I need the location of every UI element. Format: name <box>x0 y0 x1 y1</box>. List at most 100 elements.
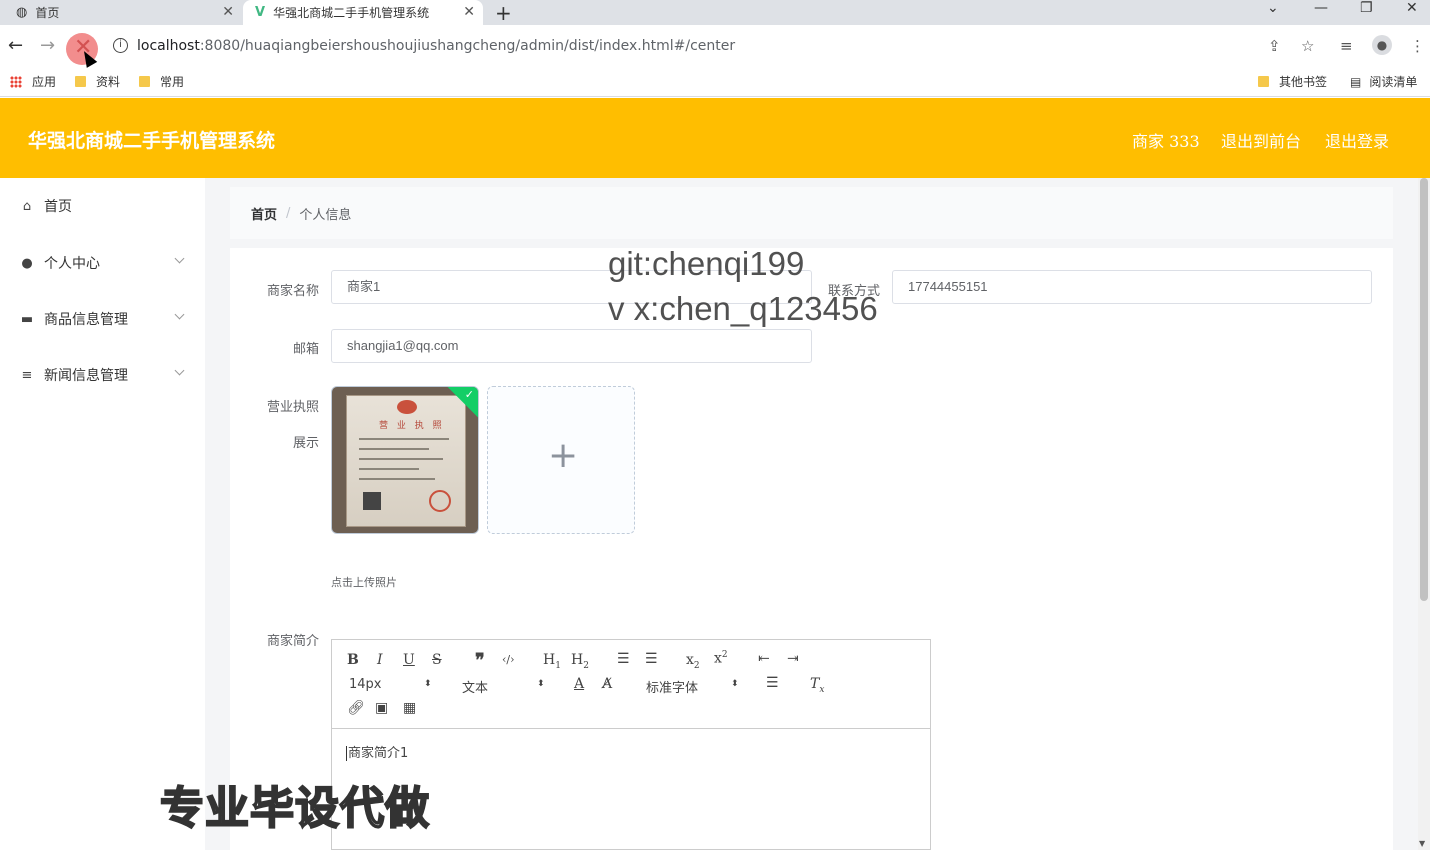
outdent-button[interactable]: ⇤ <box>758 651 770 667</box>
bookmark-folder-materials[interactable]: 资料 <box>75 73 120 90</box>
strike-button[interactable]: S <box>432 652 442 668</box>
chevron-down-icon <box>174 365 185 376</box>
site-info-icon[interactable]: i <box>113 38 128 53</box>
bookmark-label: 阅读清单 <box>1369 75 1418 89</box>
text-line <box>359 478 435 480</box>
scroll-down-arrow-icon[interactable]: ▼ <box>1419 839 1425 848</box>
tab-label: 首页 <box>35 6 60 20</box>
sidebar-item-label: 新闻信息管理 <box>44 368 128 384</box>
email-field[interactable]: shangjia1@qq.com <box>331 329 812 363</box>
profile-avatar[interactable]: ● <box>1372 35 1392 55</box>
image-button[interactable]: ▣ <box>375 700 388 716</box>
browser-tab-home[interactable]: ◍ 首页 ✕ <box>0 0 242 25</box>
editor-content[interactable]: 商家简介1 <box>346 742 408 761</box>
h1-button[interactable]: H1 <box>543 652 561 671</box>
plus-icon: + <box>548 435 579 476</box>
clear-format-button[interactable]: Tx <box>810 676 824 695</box>
app-header: 华强北商城二手手机管理系统 商家 333 退出到前台 退出登录 <box>0 98 1430 178</box>
sidebar: ⌂ 首页 ● 个人中心 ▬ 商品信息管理 ≡ 新闻信息管理 <box>0 178 205 850</box>
font-family-select[interactable]: 标准字体 ⬍ <box>646 677 741 696</box>
watermark-text: v x:chen_q123456 <box>608 290 878 327</box>
header-select[interactable]: 文本 ⬍ <box>462 677 547 696</box>
share-icon[interactable]: ⇪ <box>1268 37 1281 55</box>
folder-icon <box>1258 76 1269 87</box>
media-queue-icon[interactable]: ≡ <box>1340 37 1353 55</box>
menu-icon: ≡ <box>21 367 33 383</box>
reading-list[interactable]: ▤ 阅读清单 <box>1350 73 1417 90</box>
bullet-list-button[interactable]: ☰ <box>645 651 658 667</box>
font-size-select[interactable]: 14px ⬍ <box>349 677 434 692</box>
chevron-down-icon <box>174 309 185 320</box>
intro-text: 商家简介1 <box>348 746 409 761</box>
header-select-value: 文本 <box>462 681 489 696</box>
license-image-thumbnail[interactable]: 营 业 执 照 ✓ <box>331 386 479 534</box>
bookmark-label: 常用 <box>160 75 185 89</box>
bookmark-label: 资料 <box>96 75 121 89</box>
bookmark-apps[interactable]: 应用 <box>10 73 56 90</box>
link-button[interactable]: 🔗︎ <box>347 700 365 716</box>
editor-toolbar: B I U S ❞ ‹/› H1 H2 ☰ ☰ x2 x2 ⇤ ⇥ 14px ⬍… <box>332 640 930 729</box>
upload-tip: 点击上传照片 <box>331 576 397 589</box>
select-arrows-icon: ⬍ <box>424 679 432 689</box>
apps-grid-icon <box>10 75 22 88</box>
text-line <box>359 448 429 450</box>
sidebar-item-product-management[interactable]: ▬ 商品信息管理 <box>0 304 205 334</box>
h2-button[interactable]: H2 <box>571 652 589 671</box>
license-label: 营业执照 <box>266 400 319 415</box>
breadcrumb-home[interactable]: 首页 <box>251 204 277 223</box>
upload-add-button[interactable]: + <box>487 386 635 534</box>
email-label: 邮箱 <box>292 342 319 357</box>
font-color-button[interactable]: A <box>574 676 584 692</box>
more-menu-icon[interactable]: ⋮ <box>1410 37 1425 55</box>
new-tab-button[interactable]: + <box>495 1 512 25</box>
close-tab-icon[interactable]: ✕ <box>463 4 475 20</box>
watermark-text: 专业毕设代做 <box>159 782 430 835</box>
bold-button[interactable]: B <box>347 652 359 668</box>
bookmark-folder-other[interactable]: 其他书签 <box>1258 73 1327 90</box>
close-window-button[interactable]: ✕ <box>1406 0 1418 25</box>
ordered-list-button[interactable]: ☰ <box>617 651 630 667</box>
italic-button[interactable]: I <box>377 652 383 668</box>
subscript-button[interactable]: x2 <box>686 652 700 671</box>
chat-icon: ▬ <box>20 311 34 327</box>
home-icon: ⌂ <box>22 198 32 214</box>
url-field[interactable]: localhost:8080/huaqiangbeiershoushoujius… <box>137 38 735 54</box>
background-color-button[interactable]: A̸ <box>602 676 612 692</box>
url-host: localhost <box>137 38 200 54</box>
underline-button[interactable]: U <box>403 652 415 668</box>
close-tab-icon[interactable]: ✕ <box>222 4 234 20</box>
star-icon[interactable]: ☆ <box>1301 37 1314 55</box>
breadcrumb-separator: / <box>286 205 291 221</box>
browser-tab-active[interactable]: V 华强北商城二手手机管理系统 ✕ <box>243 0 483 25</box>
bookmark-label: 应用 <box>32 75 57 89</box>
logout-link[interactable]: 退出登录 <box>1325 128 1389 152</box>
minimize-button[interactable]: — <box>1314 0 1328 25</box>
sidebar-item-home[interactable]: ⌂ 首页 <box>0 191 205 221</box>
bookmark-folder-common[interactable]: 常用 <box>139 73 184 90</box>
indent-button[interactable]: ⇥ <box>787 651 799 667</box>
superscript-button[interactable]: x2 <box>714 650 728 667</box>
check-icon: ✓ <box>464 388 474 401</box>
stamp-icon <box>429 490 451 512</box>
license-label-2: 展示 <box>292 436 319 451</box>
tab-search-icon[interactable]: ⌄ <box>1267 0 1279 25</box>
merchant-name-label: 商家名称 <box>266 284 319 299</box>
code-block-button[interactable]: ‹/› <box>502 653 515 666</box>
video-button[interactable]: ▦ <box>403 700 416 716</box>
qr-code-icon <box>363 492 381 510</box>
restore-button[interactable]: ❐ <box>1360 0 1373 25</box>
align-button[interactable]: ☰ <box>766 675 779 691</box>
contact-field[interactable]: 17744455151 <box>892 270 1372 304</box>
bookmark-label: 其他书签 <box>1279 75 1328 89</box>
blockquote-button[interactable]: ❞ <box>475 650 485 671</box>
page-scrollbar[interactable]: ▼ <box>1418 178 1430 850</box>
user-icon: ● <box>21 255 33 271</box>
back-button[interactable]: ← <box>8 35 23 56</box>
sidebar-item-news-management[interactable]: ≡ 新闻信息管理 <box>0 360 205 390</box>
scrollbar-thumb[interactable] <box>1420 178 1428 601</box>
select-arrows-icon: ⬍ <box>731 679 739 689</box>
forward-button[interactable]: → <box>40 35 55 56</box>
sidebar-item-personal-center[interactable]: ● 个人中心 <box>0 248 205 278</box>
exit-to-frontend-link[interactable]: 退出到前台 <box>1221 128 1301 152</box>
font-family-value: 标准字体 <box>646 681 699 696</box>
